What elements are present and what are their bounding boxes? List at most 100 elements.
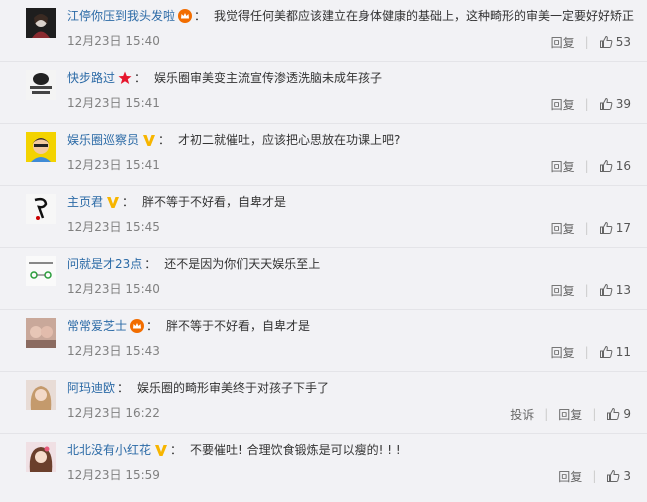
colon: ： — [146, 319, 159, 333]
avatar[interactable] — [26, 318, 56, 348]
colon: ： — [134, 71, 147, 85]
thumbs-up-icon — [599, 283, 613, 296]
reply-button[interactable]: 回复 — [551, 344, 575, 361]
like-button[interactable]: 11 — [599, 345, 631, 359]
avatar[interactable] — [26, 442, 56, 472]
divider: | — [584, 283, 589, 297]
comment-text: 娱乐圈的畸形审美终于对孩子下手了 — [137, 381, 330, 395]
avatar[interactable] — [26, 70, 56, 100]
divider: | — [544, 407, 549, 421]
verified-v-icon — [142, 133, 156, 147]
comment-list: 江停你压到我头发啦 ： 我觉得任何美都应该建立在身体健康的基础上，这种畸形的审美一定… — [0, 0, 647, 502]
username[interactable]: 阿玛迪欧 — [67, 381, 115, 395]
divider: | — [584, 345, 589, 359]
reply-button[interactable]: 回复 — [558, 406, 582, 423]
username[interactable]: 北北没有小红花 — [67, 443, 151, 457]
crown-badge-icon — [130, 319, 145, 333]
thumbs-up-icon — [599, 159, 613, 172]
colon: ： — [194, 9, 207, 23]
comment-actions: 回复 | 17 — [551, 220, 631, 236]
username[interactable]: 主页君 — [67, 195, 103, 209]
avatar[interactable] — [26, 256, 56, 286]
report-button[interactable]: 投诉 — [510, 406, 534, 423]
like-button[interactable]: 17 — [599, 221, 631, 235]
username[interactable]: 常常爱芝士 — [67, 319, 127, 333]
comment-item: 北北没有小红花 ： 不要催吐! 合理饮食锻炼是可以瘦的! ! ! 12月23日 15… — [0, 434, 647, 502]
reply-button[interactable]: 回复 — [558, 468, 582, 485]
comment-item: 快步路过 ： 娱乐圈审美变主流宣传渗透洗脑未成年孩子 12月23日 15:41 回复… — [0, 62, 647, 124]
comment-actions: 回复 | 53 — [551, 34, 631, 50]
comment-time: 12月23日 15:43 — [67, 344, 160, 358]
star-badge-icon — [118, 71, 132, 85]
reply-button[interactable]: 回复 — [551, 220, 575, 237]
reply-button[interactable]: 回复 — [551, 158, 575, 175]
divider: | — [584, 159, 589, 173]
verified-v-icon — [106, 195, 120, 209]
like-count: 13 — [615, 283, 631, 297]
comment-time: 12月23日 15:40 — [67, 34, 160, 48]
comment-item: 阿玛迪欧： 娱乐圈的畸形审美终于对孩子下手了 12月23日 16:22 投诉 | … — [0, 372, 647, 434]
comment-item: 问就是才23点： 还不是因为你们天天娱乐至上 12月23日 15:40 回复 | … — [0, 248, 647, 310]
comment-actions: 投诉 | 回复 | 9 — [510, 406, 631, 422]
thumbs-up-icon — [607, 407, 620, 420]
divider: | — [592, 469, 597, 483]
divider: | — [584, 221, 589, 235]
like-count: 53 — [615, 35, 631, 49]
colon: ： — [144, 257, 157, 271]
comment-actions: 回复 | 11 — [551, 344, 631, 360]
comment-time: 12月23日 15:45 — [67, 220, 160, 234]
comment-actions: 回复 | 16 — [551, 158, 631, 174]
avatar[interactable] — [26, 132, 56, 162]
comment-time: 12月23日 15:41 — [67, 96, 160, 110]
username[interactable]: 娱乐圈巡察员 — [67, 133, 139, 147]
like-count: 39 — [615, 97, 631, 111]
username[interactable]: 问就是才23点 — [67, 257, 142, 271]
comment-actions: 回复 | 39 — [551, 96, 631, 112]
comment-item: 江停你压到我头发啦 ： 我觉得任何美都应该建立在身体健康的基础上，这种畸形的审美一定… — [0, 0, 647, 62]
comment-time: 12月23日 16:22 — [67, 406, 160, 420]
comment-item: 娱乐圈巡察员：才初二就催吐，应该把心思放在功课上吧? 12月23日 15:41 … — [0, 124, 647, 186]
avatar[interactable] — [26, 194, 56, 224]
comment-item: 主页君 ： 胖不等于不好看，自卑才是 12月23日 15:45 回复 | 17 — [0, 186, 647, 248]
comment-text: 胖不等于不好看，自卑才是 — [142, 195, 287, 209]
comment-time: 12月23日 15:59 — [67, 468, 160, 482]
comment-actions: 回复 | 13 — [551, 282, 631, 298]
reply-button[interactable]: 回复 — [551, 96, 575, 113]
thumbs-up-icon — [599, 345, 613, 358]
like-count: 17 — [615, 221, 631, 235]
like-button[interactable]: 53 — [599, 35, 631, 49]
colon: ： — [122, 195, 135, 209]
like-button[interactable]: 3 — [606, 469, 631, 483]
thumbs-up-icon — [599, 97, 613, 110]
comment-actions: 回复 | 3 — [558, 468, 631, 484]
like-count: 11 — [615, 345, 631, 359]
crown-badge-icon — [178, 9, 193, 23]
username[interactable]: 江停你压到我头发啦 — [67, 9, 175, 23]
divider: | — [584, 35, 589, 49]
thumbs-up-icon — [599, 221, 613, 234]
comment-text: 胖不等于不好看，自卑才是 — [166, 319, 311, 333]
like-button[interactable]: 9 — [606, 407, 631, 421]
like-count: 9 — [623, 407, 631, 421]
divider: | — [592, 407, 597, 421]
colon: ： — [117, 381, 130, 395]
like-count: 16 — [615, 159, 631, 173]
like-button[interactable]: 13 — [599, 283, 631, 297]
comment-time: 12月23日 15:41 — [67, 158, 160, 172]
reply-button[interactable]: 回复 — [551, 282, 575, 299]
comment-item: 常常爱芝士 ： 胖不等于不好看，自卑才是 12月23日 15:43 回复 | 11 — [0, 310, 647, 372]
avatar[interactable] — [26, 380, 56, 410]
comment-text: 娱乐圈审美变主流宣传渗透洗脑未成年孩子 — [154, 71, 383, 85]
verified-v-icon — [154, 443, 168, 457]
username[interactable]: 快步路过 — [67, 71, 115, 85]
like-count: 3 — [623, 469, 631, 483]
comment-text: 才初二就催吐，应该把心思放在功课上吧? — [178, 133, 401, 147]
like-button[interactable]: 39 — [599, 97, 631, 111]
reply-button[interactable]: 回复 — [551, 34, 575, 51]
comment-text: 还不是因为你们天天娱乐至上 — [164, 257, 321, 271]
colon: ： — [170, 443, 183, 457]
like-button[interactable]: 16 — [599, 159, 631, 173]
thumbs-up-icon — [599, 35, 613, 48]
thumbs-up-icon — [607, 469, 620, 482]
avatar[interactable] — [26, 8, 56, 38]
